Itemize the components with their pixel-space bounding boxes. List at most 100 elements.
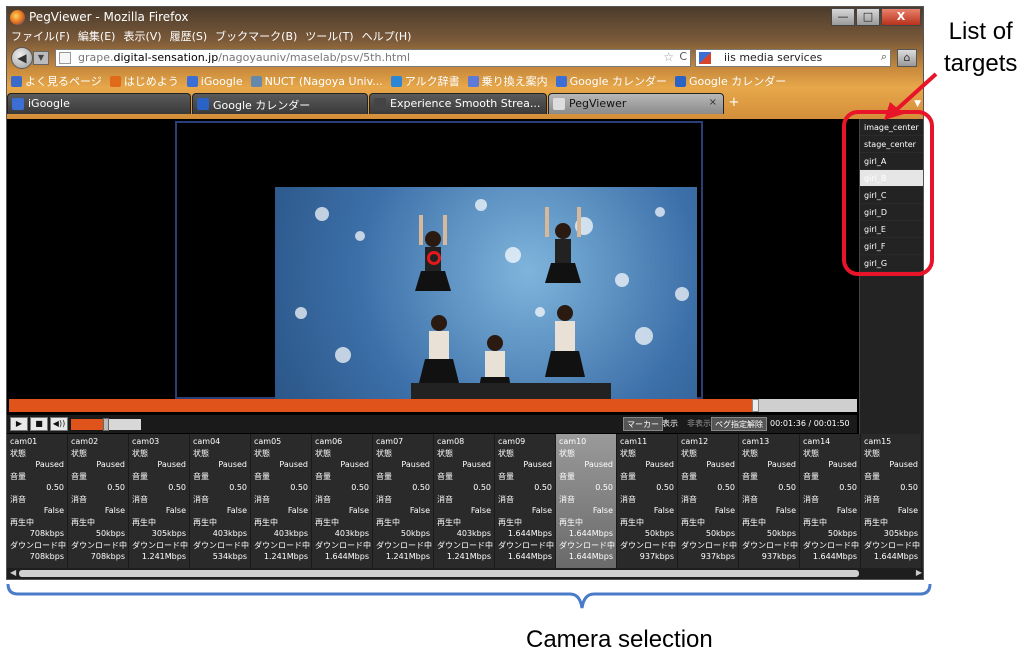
camera-playing-label: 再生中 [193,518,217,527]
tab-2[interactable]: Google カレンダー [192,93,368,114]
search-icon[interactable]: ⌕ [881,50,887,64]
camera-item[interactable]: cam09 状態 Paused 音量 0.50 消音 False 再生中 1.644Mbps ダウ… [495,434,556,568]
camera-volume: 0.50 [778,483,796,492]
minimize-button[interactable]: — [831,8,855,26]
camera-mute-label: 消音 [10,495,26,504]
video-image[interactable] [275,187,697,399]
camera-download: 1.644Mbps [873,552,918,561]
camera-item[interactable]: cam15 状態 Paused 音量 0.50 消音 False 再生中 305kbps ダウンロ… [861,434,922,568]
camera-selection-strip: cam01 状態 Paused 音量 0.50 消音 False 再生中 708kbps ダウンロ… [7,434,923,568]
camera-playing-label: 再生中 [254,518,278,527]
camera-playing: 50kbps [705,529,735,538]
camera-mute: False [653,506,674,515]
menu-help[interactable]: ヘルプ(H) [362,28,412,44]
menu-edit[interactable]: 編集(E) [78,28,116,44]
bookmark-item[interactable]: Google カレンダー [674,73,786,89]
calendar-icon [197,98,209,110]
scroll-right-icon[interactable]: ▶ [916,568,922,577]
camera-playing-label: 再生中 [559,518,583,527]
camera-state: Paused [767,460,796,469]
camera-download-label: ダウンロード中 [376,541,432,550]
google-icon[interactable] [699,52,711,64]
bookmark-item[interactable]: NUCT (Nagoya Univ... [250,73,383,89]
reload-icon[interactable]: C [679,50,687,63]
camera-state: Paused [889,460,918,469]
horizontal-scrollbar[interactable]: ◀ ▶ [7,568,923,579]
camera-item[interactable]: cam08 状態 Paused 音量 0.50 消音 False 再生中 403kbps ダウンロ… [434,434,495,568]
camera-volume-label: 音量 [254,472,270,481]
peg-release-button[interactable]: ペグ指定解除 [711,417,767,431]
camera-playing: 50kbps [827,529,857,538]
camera-mute: False [287,506,308,515]
camera-state: Paused [340,460,369,469]
title-bar: PegViewer - Mozilla Firefox — □ X [7,7,923,29]
camera-item[interactable]: cam11 状態 Paused 音量 0.50 消音 False 再生中 50kbps ダウンロー… [617,434,678,568]
url-bar[interactable]: grape.digital-sensation.jp/nagoyauniv/ma… [55,49,691,67]
menu-view[interactable]: 表示(V) [123,28,161,44]
camera-item[interactable]: cam13 状態 Paused 音量 0.50 消音 False 再生中 50kbps ダウンロー… [739,434,800,568]
show-toggle[interactable]: 表示 [659,417,681,431]
camera-item[interactable]: cam07 状態 Paused 音量 0.50 消音 False 再生中 50kbps ダウンロー… [373,434,434,568]
camera-item[interactable]: cam01 状態 Paused 音量 0.50 消音 False 再生中 708kbps ダウンロ… [7,434,68,568]
bookmark-item[interactable]: Google カレンダー [555,73,667,89]
tab-close-icon[interactable]: × [709,97,717,108]
hide-toggle[interactable]: 非表示 [684,417,714,431]
volume-handle[interactable] [103,418,109,431]
menu-history[interactable]: 履歴(S) [170,28,208,44]
menu-bookmarks[interactable]: ブックマーク(B) [215,28,297,44]
camera-item[interactable]: cam10 状態 Paused 音量 0.50 消音 False 再生中 1.644Mbps ダウ… [556,434,617,568]
tab-4[interactable]: PegViewer × [548,93,724,114]
forward-dropdown-button[interactable]: ▼ [33,51,49,65]
maximize-button[interactable]: □ [856,8,880,26]
stop-button[interactable]: ■ [30,417,48,431]
new-tab-button[interactable]: + [725,95,743,113]
camera-name: cam13 [742,437,770,446]
seek-handle[interactable] [752,399,760,412]
home-button[interactable]: ⌂ [897,49,917,67]
scroll-thumb[interactable] [19,570,859,577]
bookmark-item[interactable]: アルク辞書 [390,73,460,89]
camera-item[interactable]: cam05 状態 Paused 音量 0.50 消音 False 再生中 403kbps ダウンロ… [251,434,312,568]
play-button[interactable]: ▶ [10,417,28,431]
camera-download-label: ダウンロード中 [71,541,127,550]
camera-item[interactable]: cam14 状態 Paused 音量 0.50 消音 False 再生中 50kbps ダウンロー… [800,434,861,568]
tab-3[interactable]: Experience Smooth Strea... [369,93,547,114]
menu-file[interactable]: ファイル(F) [11,28,70,44]
bookmark-item[interactable]: 乗り換え案内 [467,73,548,89]
seek-bar[interactable] [9,399,857,412]
camera-item[interactable]: cam02 状態 Paused 音量 0.50 消音 False 再生中 50kbps ダウンロー… [68,434,129,568]
camera-item[interactable]: cam03 状態 Paused 音量 0.50 消音 False 再生中 305kbps ダウンロ… [129,434,190,568]
bookmark-item[interactable]: iGoogle [186,73,243,89]
marker-button[interactable]: マーカー [623,417,663,431]
menu-tools[interactable]: ツール(T) [305,28,353,44]
bookmark-label: よく見るページ [25,75,102,88]
tab-1[interactable]: iGoogle [7,93,191,114]
search-input[interactable]: iis media services [724,51,822,64]
camera-playing-label: 再生中 [10,518,34,527]
camera-download: 1.241Mbps [141,552,186,561]
back-button[interactable]: ◀ [11,47,33,69]
camera-mute-label: 消音 [315,495,331,504]
camera-mute-label: 消音 [254,495,270,504]
bookmark-item[interactable]: よく見るページ [11,73,102,89]
camera-volume: 0.50 [900,483,918,492]
search-bar[interactable]: iis media services ⌕ [695,49,891,67]
camera-mute: False [43,506,64,515]
camera-item[interactable]: cam06 状態 Paused 音量 0.50 消音 False 再生中 403kbps ダウンロ… [312,434,373,568]
camera-volume: 0.50 [46,483,64,492]
camera-item[interactable]: cam12 状態 Paused 音量 0.50 消音 False 再生中 50kbps ダウンロー… [678,434,739,568]
bookmark-item[interactable]: はじめよう [109,73,179,89]
mute-button[interactable]: ◀)) [50,417,68,431]
url-text[interactable]: grape.digital-sensation.jp/nagoyauniv/ma… [78,51,410,64]
video-frame[interactable] [175,121,703,399]
camera-playing: 305kbps [883,529,918,538]
camera-item[interactable]: cam04 状態 Paused 音量 0.50 消音 False 再生中 403kbps ダウンロ… [190,434,251,568]
scroll-left-icon[interactable]: ◀ [10,568,16,577]
camera-volume-label: 音量 [681,472,697,481]
camera-download: 1.644Mbps [568,552,613,561]
camera-playing: 50kbps [766,529,796,538]
close-button[interactable]: X [881,8,921,26]
star-icon[interactable]: ☆ [663,50,674,64]
camera-playing-label: 再生中 [498,518,522,527]
volume-slider[interactable] [71,418,141,431]
